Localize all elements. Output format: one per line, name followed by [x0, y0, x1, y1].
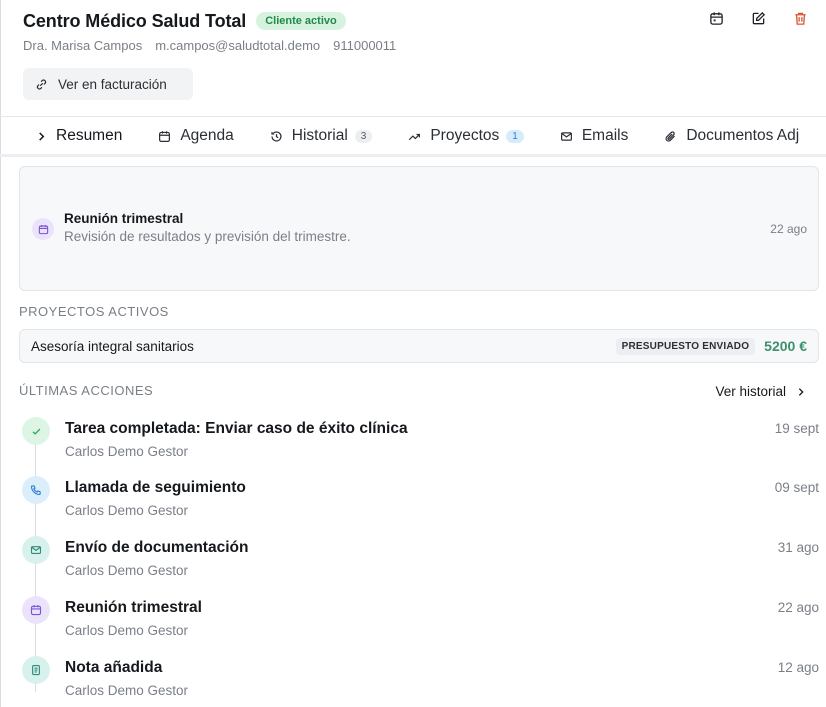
event-calendar-badge — [32, 218, 54, 240]
edit-button[interactable] — [746, 6, 770, 30]
calendar-icon — [38, 224, 48, 234]
timeline-user: Carlos Demo Gestor — [65, 683, 189, 698]
project-status-badge: PRESUPUESTO ENVIADO — [615, 337, 756, 355]
header-actions — [704, 6, 812, 30]
mail-icon — [560, 131, 572, 141]
timeline-date: 31 ago — [777, 540, 819, 555]
edit-icon — [752, 11, 765, 24]
tab-count: 1 — [506, 129, 524, 143]
tab-label: Historial — [291, 127, 348, 144]
timeline-item[interactable]: Tarea completada: Enviar caso de éxito c… — [0, 414, 826, 474]
phone-icon — [30, 485, 41, 496]
timeline-user: Carlos Demo Gestor — [65, 563, 189, 578]
chevron-right-icon — [39, 131, 45, 141]
event-description: Revisión de resultados y previsión del t… — [64, 229, 351, 244]
project-name: Asesoría integral sanitarios — [31, 338, 194, 354]
history-icon — [271, 130, 282, 142]
timeline-title: Envío de documentación — [65, 539, 249, 556]
tab-label: Agenda — [180, 127, 234, 144]
project-amount: 5200 € — [764, 338, 807, 354]
contact-email[interactable]: m.campos@saludtotal.demo — [155, 38, 320, 53]
tab-agenda[interactable]: Agenda — [140, 117, 251, 154]
timeline-date: 22 ago — [777, 600, 819, 615]
projects-section-label: PROYECTOS ACTIVOS — [19, 304, 169, 319]
timeline-user: Carlos Demo Gestor — [65, 444, 189, 459]
calendar-icon — [30, 605, 42, 616]
event-title: Reunión trimestral — [64, 211, 184, 226]
timeline-title: Nota añadida — [65, 659, 163, 676]
contact-name: Dra. Marisa Campos — [23, 38, 143, 53]
timeline-dot — [22, 656, 50, 684]
contact-phone[interactable]: 911000011 — [333, 38, 396, 53]
event-date: 22 ago — [770, 222, 807, 236]
tab-bar: Resumen Agenda Historial 3 Proyectos 1 E… — [0, 116, 826, 157]
timeline-dot — [22, 476, 50, 504]
timeline-date: 12 ago — [777, 660, 819, 675]
view-history-link[interactable]: Ver historial — [715, 384, 806, 399]
timeline-title: Llamada de seguimiento — [65, 479, 246, 496]
timeline-dot — [22, 417, 50, 445]
status-badge: Cliente activo — [256, 12, 346, 30]
timeline-dot — [22, 536, 50, 564]
timeline-dot — [22, 596, 50, 624]
delete-button[interactable] — [788, 6, 812, 30]
timeline-item[interactable]: Reunión trimestral Carlos Demo Gestor 22… — [0, 593, 826, 653]
tab-label: Proyectos — [430, 127, 500, 144]
tab-label: Documentos Adj — [686, 127, 800, 144]
calendar-icon — [159, 130, 171, 142]
schedule-button[interactable] — [704, 6, 728, 30]
view-billing-label: Ver en facturación — [58, 76, 167, 92]
mail-icon — [30, 546, 42, 554]
tab-label: Emails — [581, 127, 629, 144]
client-header: Centro Médico Salud Total Cliente activo… — [23, 10, 806, 60]
upcoming-event-card[interactable]: Reunión trimestral Revisión de resultado… — [19, 166, 819, 291]
tab-documentos[interactable]: Documentos Adj — [646, 117, 817, 154]
timeline-item[interactable]: Envío de documentación Carlos Demo Gesto… — [0, 533, 826, 593]
timeline-item[interactable]: Nota añadida Carlos Demo Gestor 12 ago — [0, 653, 826, 707]
timeline-title: Reunión trimestral — [65, 599, 202, 616]
client-name: Centro Médico Salud Total — [23, 10, 247, 31]
view-billing-button[interactable]: Ver en facturación — [23, 68, 193, 100]
timeline-date: 19 sept — [774, 421, 819, 436]
tab-resumen[interactable]: Resumen — [0, 117, 140, 154]
actions-section-label: ÚLTIMAS ACCIONES — [19, 383, 154, 398]
tab-historial[interactable]: Historial 3 — [252, 117, 391, 154]
note-icon — [32, 664, 40, 676]
timeline-date: 09 sept — [774, 480, 819, 495]
tab-label: Resumen — [56, 127, 123, 144]
paperclip-icon — [665, 130, 676, 142]
check-icon — [32, 428, 40, 435]
link-icon — [36, 78, 47, 90]
timeline-item[interactable]: Llamada de seguimiento Carlos Demo Gesto… — [0, 473, 826, 533]
trending-up-icon — [409, 133, 421, 140]
project-row[interactable]: Asesoría integral sanitarios PRESUPUESTO… — [19, 329, 819, 363]
timeline-user: Carlos Demo Gestor — [65, 503, 189, 518]
tab-emails[interactable]: Emails — [542, 117, 647, 154]
contact-meta: Dra. Marisa Campos m.campos@saludtotal.d… — [23, 38, 806, 53]
trash-icon — [794, 12, 806, 25]
timeline-title: Tarea completada: Enviar caso de éxito c… — [65, 420, 408, 437]
view-history-label: Ver historial — [715, 384, 786, 399]
tab-proyectos[interactable]: Proyectos 1 — [390, 117, 541, 154]
tab-count: 3 — [354, 129, 373, 143]
timeline-user: Carlos Demo Gestor — [65, 623, 189, 638]
chevron-right-icon — [798, 387, 804, 396]
calendar-icon — [709, 11, 723, 25]
